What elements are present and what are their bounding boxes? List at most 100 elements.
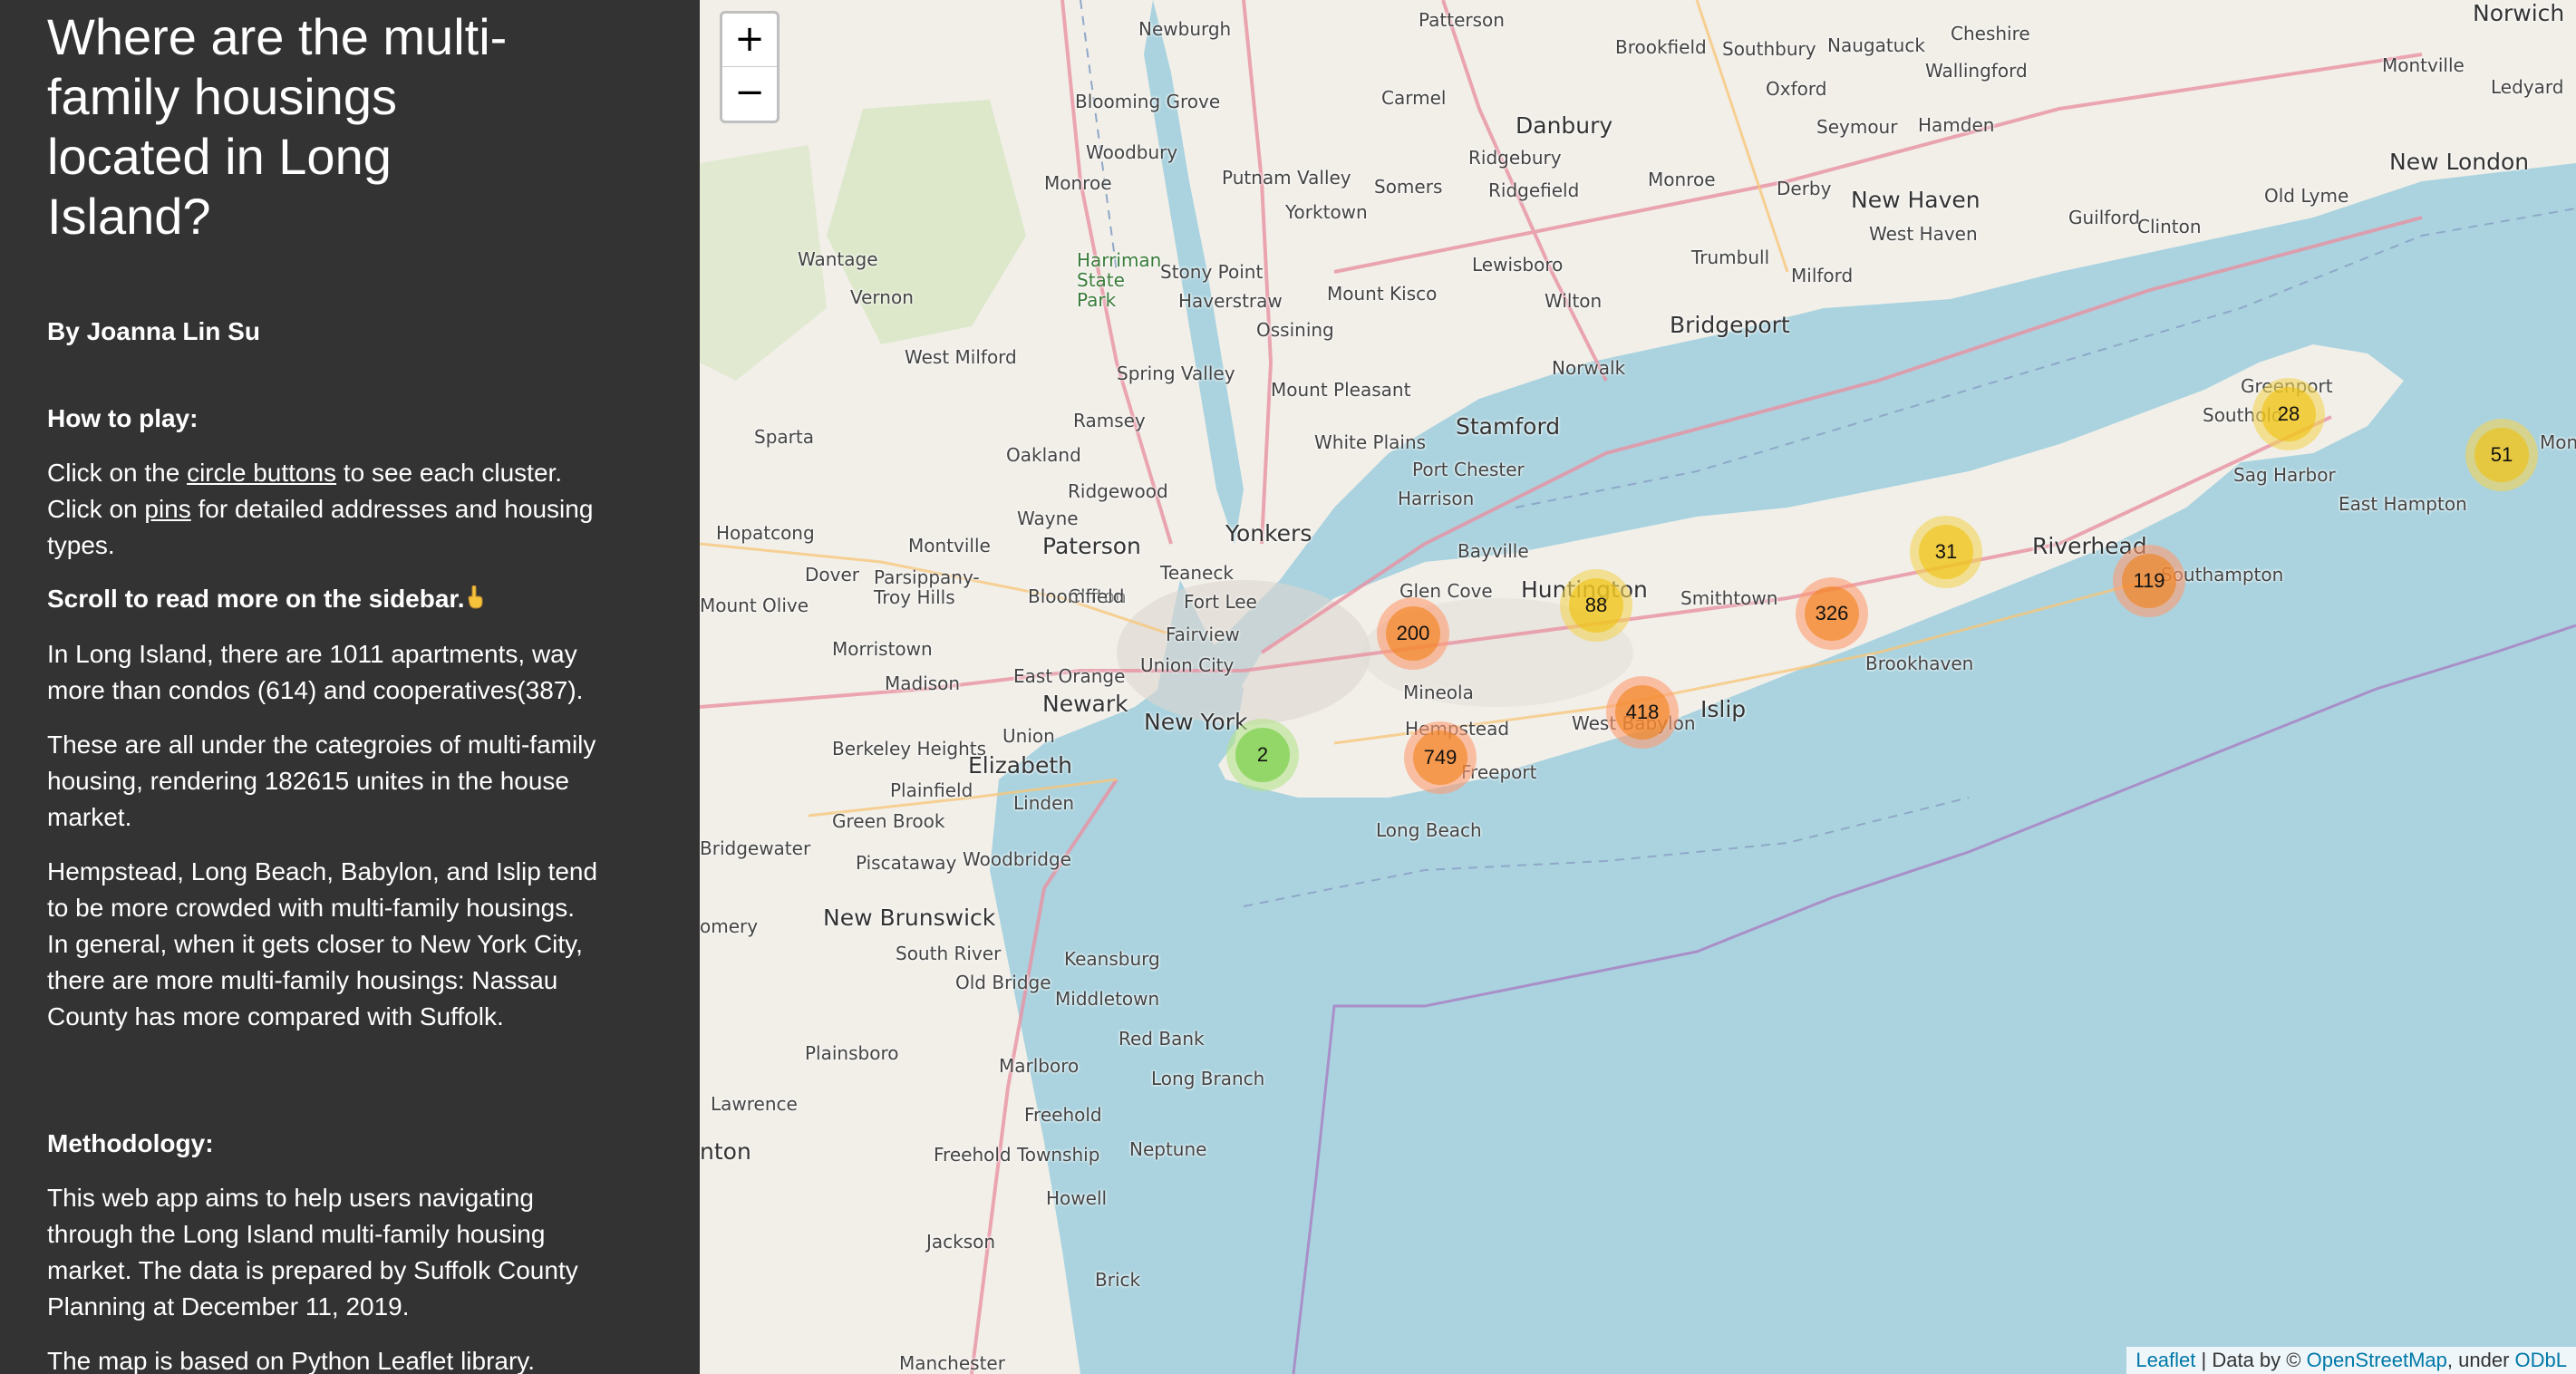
zoom-control: + −	[720, 11, 780, 123]
place-label: Howell	[1046, 1187, 1108, 1209]
place-label: Harrison	[1398, 488, 1475, 509]
cluster-marker[interactable]: 119	[2113, 545, 2185, 617]
place-label: Linden	[1013, 792, 1075, 814]
sidebar[interactable]: Where are the multi- family housings loc…	[0, 0, 700, 1374]
place-label: Fairview	[1166, 624, 1240, 645]
place-label: Berkeley Heights	[832, 738, 987, 760]
title-line-1: Where are the multi-	[47, 8, 508, 65]
place-label: Jackson	[926, 1231, 996, 1253]
place-label: Danbury	[1516, 112, 1613, 139]
cluster-marker[interactable]: 749	[1404, 721, 1477, 794]
cluster-marker[interactable]: 418	[1606, 676, 1679, 749]
place-label: Bridgewater	[700, 837, 811, 859]
place-label: Hamden	[1918, 114, 1995, 136]
howto-text-2a: Click on	[47, 495, 145, 523]
place-label: omery	[700, 915, 759, 937]
cluster-count: 51	[2474, 428, 2529, 482]
howto-text-1b: to see each cluster.	[336, 459, 563, 487]
place-label: South River	[896, 943, 1002, 964]
place-label: Mount Pleasant	[1271, 379, 1411, 401]
place-label: Union	[1002, 725, 1055, 747]
cluster-count: 31	[1919, 525, 1973, 579]
cluster-count: 28	[2261, 387, 2316, 441]
howto-text-1a: Click on the	[47, 459, 188, 487]
place-label: Bridgeport	[1670, 312, 1790, 338]
place-label: Islip	[1700, 696, 1747, 722]
zoom-out-button[interactable]: −	[722, 67, 777, 120]
place-label: Long Beach	[1376, 819, 1482, 841]
place-label: Woodbury	[1086, 141, 1178, 163]
place-label: Monroe	[1044, 172, 1112, 194]
place-label: Bloomfield	[1028, 585, 1125, 607]
place-label: Mount Olive	[700, 595, 809, 616]
map-canvas[interactable]: Newburgh Patterson Brookfield Southbury …	[700, 0, 2576, 1374]
place-label: Putnam Valley	[1222, 167, 1351, 189]
title-line-3: located in Long	[47, 128, 392, 185]
place-label: Mount Kisco	[1327, 283, 1438, 305]
place-label: West Milford	[905, 346, 1017, 368]
place-label: Fort Lee	[1184, 591, 1257, 613]
cluster-marker[interactable]: 28	[2252, 378, 2325, 450]
zoom-in-button[interactable]: +	[722, 14, 777, 67]
place-label: Brick	[1095, 1269, 1141, 1291]
pins-link[interactable]: pins	[144, 495, 190, 523]
cluster-count: 418	[1615, 685, 1670, 740]
place-label: Cheshire	[1951, 23, 2030, 44]
cluster-count: 88	[1569, 578, 1623, 633]
place-label: Ledyard	[2491, 76, 2564, 98]
cluster-marker[interactable]: 31	[1910, 516, 1982, 588]
place-label: Marlboro	[999, 1055, 1080, 1077]
place-label: Seymour	[1816, 116, 1898, 138]
cluster-count: 749	[1413, 731, 1467, 785]
place-label: Stony Point	[1160, 261, 1264, 283]
place-label: Wilton	[1545, 290, 1603, 312]
scroll-note-text: Scroll to read more on the sidebar.	[47, 585, 465, 613]
place-label: Newark	[1042, 691, 1128, 717]
place-label: East Hampton	[2339, 493, 2467, 515]
circle-buttons-link[interactable]: circle buttons	[187, 459, 336, 487]
place-label: Sparta	[754, 426, 814, 448]
place-label: Piscataway	[856, 852, 957, 874]
place-label: Norwalk	[1552, 357, 1626, 379]
place-label: Mineola	[1403, 682, 1474, 703]
cluster-marker[interactable]: 2	[1226, 719, 1299, 791]
place-label: Patterson	[1419, 9, 1505, 31]
place-label: Wantage	[798, 248, 878, 270]
cluster-marker[interactable]: 88	[1560, 569, 1632, 642]
place-label: Yonkers	[1225, 520, 1312, 547]
place-label: Ridgewood	[1068, 480, 1168, 502]
place-label: Vernon	[850, 286, 914, 308]
cluster-count: 326	[1805, 586, 1859, 641]
cluster-marker[interactable]: 200	[1377, 597, 1449, 670]
leaflet-link[interactable]: Leaflet	[2135, 1349, 2195, 1371]
pointing-down-hand-icon	[468, 585, 483, 609]
place-label: Ridgebury	[1468, 147, 1562, 169]
place-label: Neptune	[1129, 1138, 1207, 1160]
place-label: Ramsey	[1073, 410, 1146, 431]
openstreetmap-link[interactable]: OpenStreetMap	[2307, 1349, 2447, 1371]
cluster-marker[interactable]: 326	[1796, 577, 1868, 650]
cluster-marker[interactable]: 51	[2465, 419, 2538, 491]
place-label: Madison	[885, 672, 961, 694]
odbl-link[interactable]: ODbL	[2515, 1349, 2567, 1371]
place-label: Sag Harbor	[2233, 464, 2336, 486]
stats-paragraph-2: These are all under the categroies of mu…	[47, 731, 596, 831]
place-label: Norwich	[2473, 0, 2565, 26]
map-attribution: Leaflet | Data by © OpenStreetMap, under…	[2126, 1347, 2576, 1374]
title-line-2: family housings	[47, 68, 397, 125]
place-label: Freehold Township	[934, 1144, 1100, 1166]
place-label: Smithtown	[1680, 587, 1778, 609]
place-label: Port Chester	[1412, 459, 1525, 480]
place-label: Southbury	[1722, 38, 1816, 60]
place-label: New York	[1144, 709, 1248, 735]
place-label: Long Branch	[1151, 1068, 1265, 1089]
place-label: Red Bank	[1119, 1028, 1205, 1050]
place-label: Haverstraw	[1178, 290, 1283, 312]
cluster-count: 2	[1235, 728, 1290, 782]
place-label: Oxford	[1766, 78, 1827, 100]
place-label: Somers	[1374, 176, 1443, 198]
place-label: Old Lyme	[2264, 185, 2349, 207]
place-label: Lawrence	[711, 1093, 798, 1115]
place-label: Hopatcong	[716, 522, 815, 544]
place-label: Union City	[1140, 654, 1235, 676]
